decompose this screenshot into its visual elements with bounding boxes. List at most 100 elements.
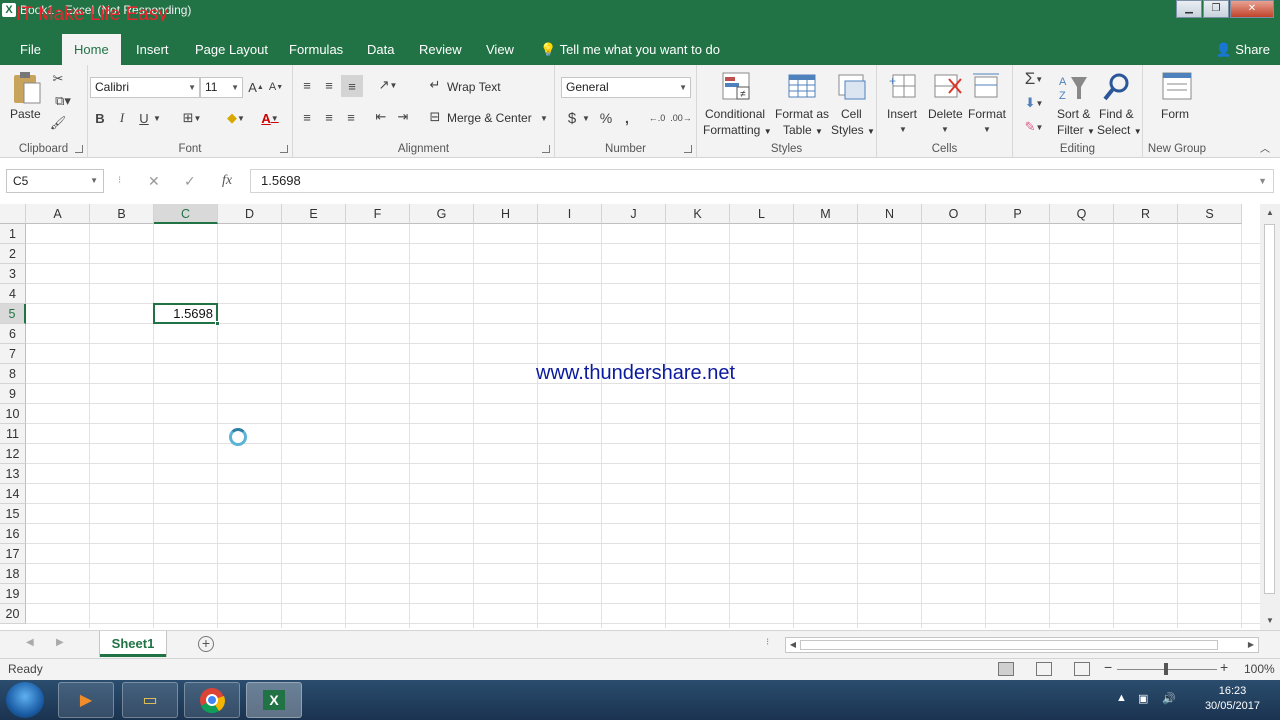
column-header-q[interactable]: Q [1050,204,1114,224]
row-header-14[interactable]: 14 [0,484,26,504]
clipboard-launcher-icon[interactable] [75,145,83,153]
insert-cells-button[interactable]: Insert [887,107,917,121]
page-layout-view-icon[interactable] [1036,662,1052,676]
row-header-1[interactable]: 1 [0,224,26,244]
decrease-decimal-icon[interactable]: .00→ [670,109,692,127]
sort-filter-line2[interactable]: Filter ▼ [1057,123,1095,137]
decrease-font-icon[interactable]: A ▼ [268,79,284,95]
fill-icon[interactable]: ⬇ ▼ [1019,93,1049,113]
column-header-j[interactable]: J [602,204,666,224]
tab-page-layout[interactable]: Page Layout [183,34,280,65]
formula-input[interactable]: 1.5698 ▼ [250,169,1274,193]
sort-filter-icon[interactable]: AZ [1057,71,1089,103]
font-name-dropdown[interactable]: Calibri ▼ [90,77,200,98]
tab-insert[interactable]: Insert [124,34,181,65]
format-painter-icon[interactable]: 🖌 [50,115,67,131]
conditional-formatting-icon[interactable]: ≠ [721,71,753,103]
row-header-15[interactable]: 15 [0,504,26,524]
sort-filter-line1[interactable]: Sort & [1057,107,1090,121]
tab-view[interactable]: View [474,34,526,65]
zoom-slider-thumb[interactable] [1164,663,1168,675]
vertical-scroll-thumb[interactable] [1264,224,1275,594]
sheet-tab-sheet1[interactable]: Sheet1 [100,631,166,657]
align-left-icon[interactable]: ≡ [299,109,315,125]
row-header-16[interactable]: 16 [0,524,26,544]
chevron-down-icon[interactable]: ▼ [895,123,911,135]
autosum-icon[interactable]: Σ ▼ [1019,69,1049,89]
decrease-indent-icon[interactable]: ⇤ [373,109,389,125]
top-align-icon[interactable]: ≡ [299,77,315,93]
column-header-k[interactable]: K [666,204,730,224]
maximize-button[interactable]: ❐ [1203,0,1229,18]
copy-icon[interactable]: ⧉▾ [50,93,76,109]
increase-indent-icon[interactable]: ⇥ [395,109,411,125]
expand-formula-icon[interactable]: ▼ [1258,170,1267,192]
percent-button[interactable]: % [597,109,615,127]
minimize-button[interactable]: ▁ [1176,0,1202,18]
chevron-down-icon[interactable]: ▼ [152,109,162,127]
column-header-e[interactable]: E [282,204,346,224]
column-header-p[interactable]: P [986,204,1050,224]
format-cells-icon[interactable] [971,71,1003,103]
column-header-r[interactable]: R [1114,204,1178,224]
column-header-d[interactable]: D [218,204,282,224]
column-header-m[interactable]: M [794,204,858,224]
column-header-l[interactable]: L [730,204,794,224]
next-sheet-icon[interactable]: ▶ [56,637,64,648]
column-header-o[interactable]: O [922,204,986,224]
zoom-out-icon[interactable]: − [1104,659,1112,675]
number-format-dropdown[interactable]: General ▼ [561,77,691,98]
cell-styles-icon[interactable] [837,71,869,103]
row-header-10[interactable]: 10 [0,404,26,424]
alignment-launcher-icon[interactable] [542,145,550,153]
chrome-icon[interactable] [184,682,240,718]
tell-me-search[interactable]: 💡 Tell me what you want to do [540,34,720,65]
column-header-h[interactable]: H [474,204,538,224]
format-as-table-line1[interactable]: Format as [775,107,829,121]
column-header-s[interactable]: S [1178,204,1242,224]
increase-font-icon[interactable]: A ▲ [248,79,264,95]
column-header-g[interactable]: G [410,204,474,224]
tab-splitter-icon[interactable]: ⁝ [766,637,769,648]
row-header-13[interactable]: 13 [0,464,26,484]
bottom-align-icon[interactable]: ≡ [341,75,363,97]
wrap-text-icon[interactable]: ↵ [427,77,443,93]
find-select-icon[interactable] [1101,71,1133,103]
row-header-5[interactable]: 5 [0,304,26,324]
delete-cells-button[interactable]: Delete [928,107,963,121]
add-sheet-icon[interactable]: + [198,636,214,652]
prev-sheet-icon[interactable]: ◀ [26,637,34,648]
find-select-line1[interactable]: Find & [1099,107,1134,121]
fill-color-icon[interactable]: ◆ ▼ [222,109,250,127]
row-header-12[interactable]: 12 [0,444,26,464]
tab-file[interactable]: File [8,34,53,65]
show-hidden-icons-icon[interactable]: ▲ [1116,692,1130,706]
row-header-11[interactable]: 11 [0,424,26,444]
wrap-text-button[interactable]: Wrap Text [447,80,501,94]
number-launcher-icon[interactable] [684,145,692,153]
confirm-entry-icon[interactable]: ✓ [184,169,196,193]
network-icon[interactable]: ▣ [1138,692,1152,706]
font-size-dropdown[interactable]: 11 ▼ [200,77,243,98]
row-header-18[interactable]: 18 [0,564,26,584]
chevron-down-icon[interactable]: ▼ [581,109,591,127]
underline-button[interactable]: U [136,109,152,127]
tab-formulas[interactable]: Formulas [277,34,355,65]
start-button[interactable] [6,682,44,718]
share-button[interactable]: 👤 Share [1215,34,1270,65]
fill-handle[interactable] [215,321,220,326]
middle-align-icon[interactable]: ≡ [321,77,337,93]
delete-cells-icon[interactable] [931,71,963,103]
vertical-scrollbar[interactable]: ▲ ▼ [1260,204,1280,632]
row-header-17[interactable]: 17 [0,544,26,564]
normal-view-icon[interactable] [998,662,1014,676]
row-header-8[interactable]: 8 [0,364,26,384]
cancel-entry-icon[interactable]: ✕ [148,169,160,193]
collapse-ribbon-icon[interactable]: ︿ [1258,141,1272,155]
close-button[interactable]: ✕ [1230,0,1274,18]
format-cells-button[interactable]: Format [968,107,1006,121]
format-as-table-line2[interactable]: Table ▼ [783,123,823,137]
cell-styles-line1[interactable]: Cell [841,107,862,121]
currency-button[interactable]: $ [565,109,579,127]
conditional-formatting-line2[interactable]: Formatting ▼ [703,123,772,137]
